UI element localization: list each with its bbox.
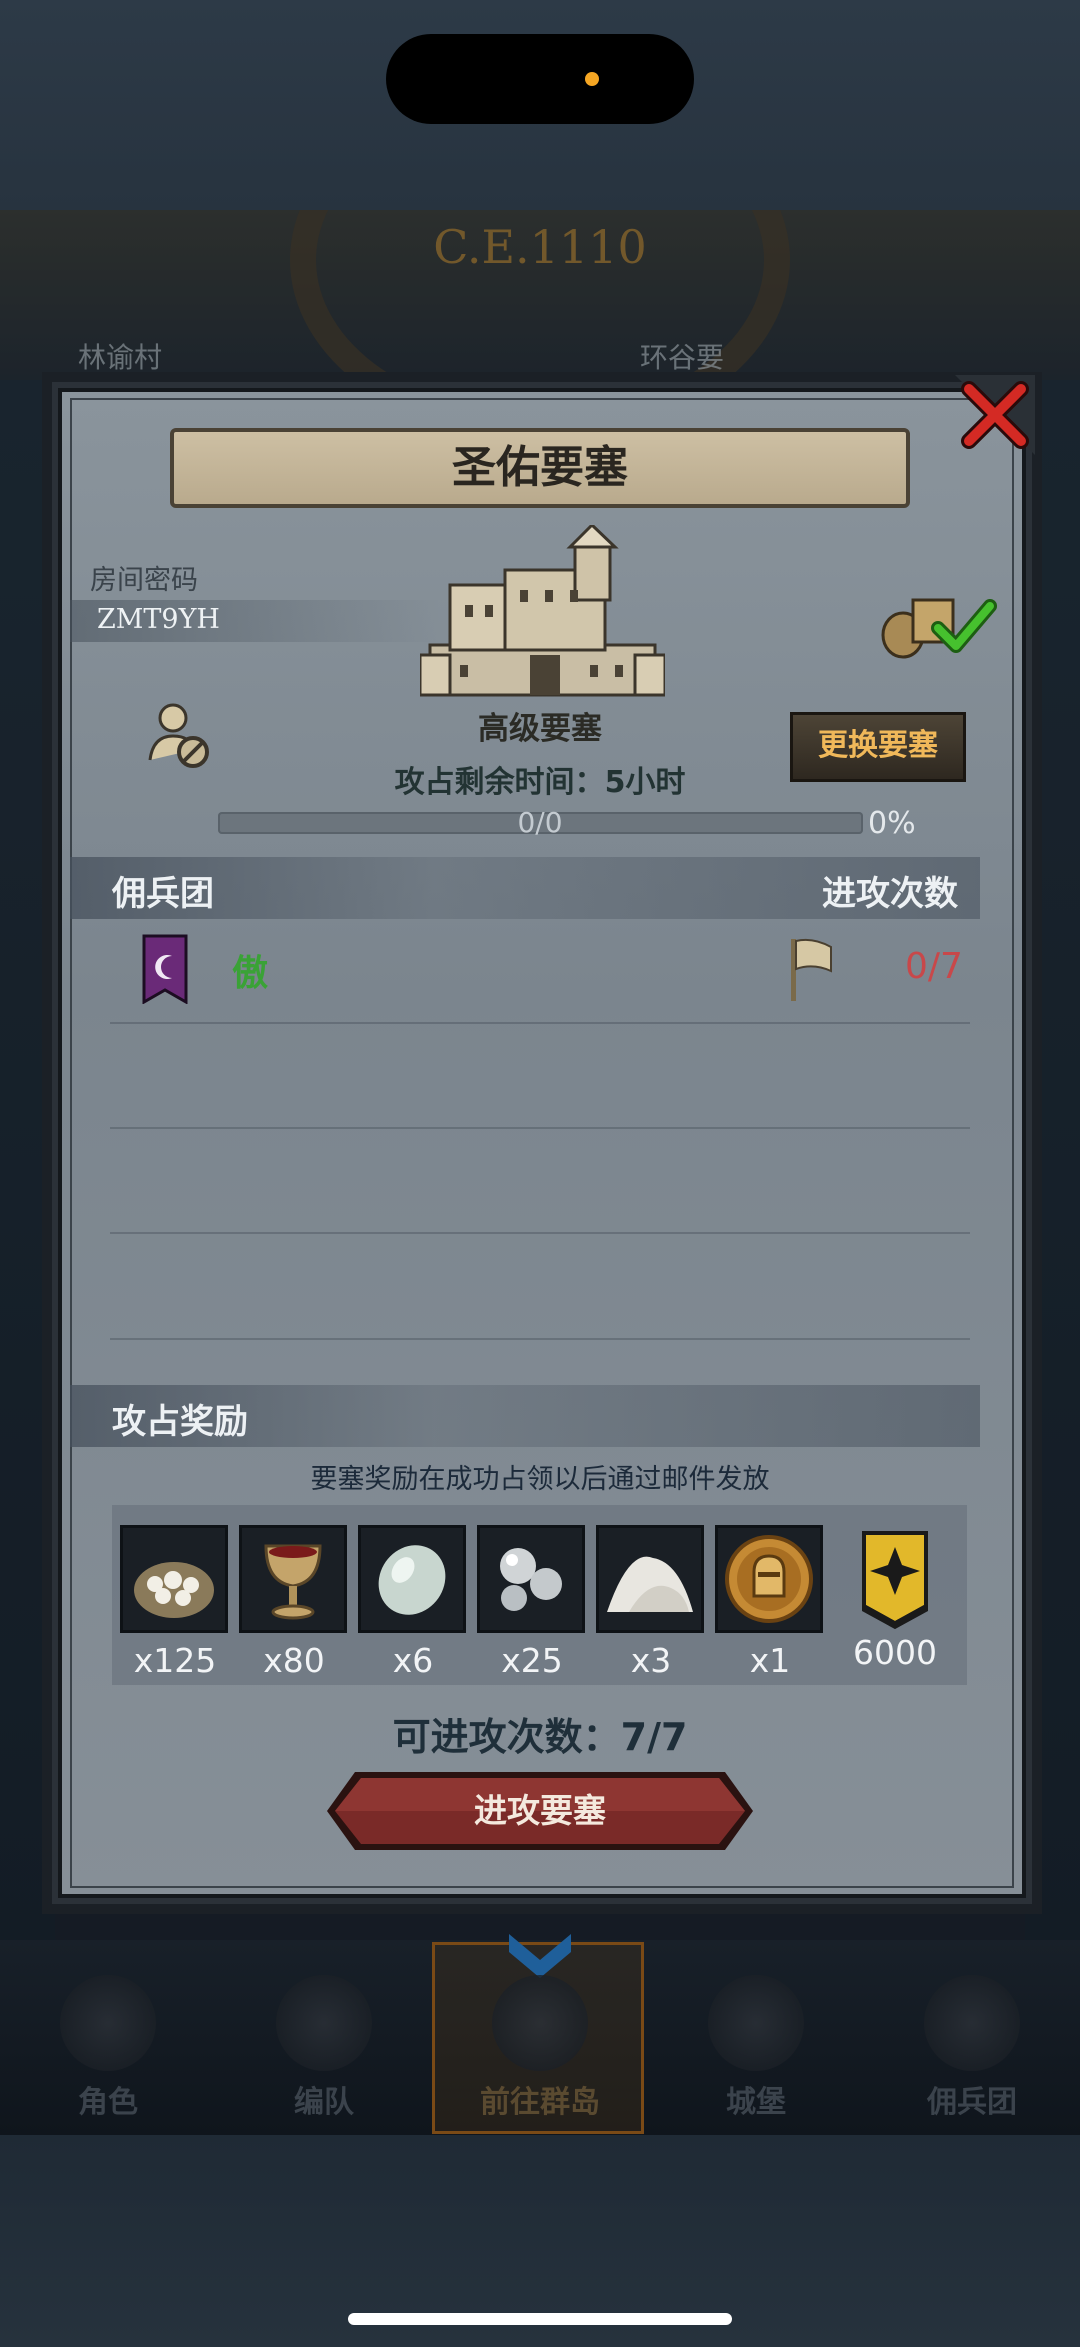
reward-item[interactable]: x25 — [477, 1525, 587, 1680]
attack-flag-icon — [791, 938, 832, 1001]
salt-pile-icon — [607, 1556, 693, 1612]
room-code-value[interactable]: ZMT9YH — [97, 604, 220, 635]
progress-count: 0/0 — [517, 806, 563, 839]
status-bar — [0, 0, 1080, 210]
occupation-time: 攻占剩余时间：5小时 — [0, 757, 1080, 801]
reward-slot — [239, 1525, 347, 1633]
dialog-title: 圣佑要塞 — [170, 428, 910, 508]
reward-slot — [596, 1525, 704, 1633]
rewards-note: 要塞奖励在成功占领以后通过邮件发放 — [310, 1464, 770, 1495]
compass-icon — [492, 1975, 588, 2071]
reward-item[interactable]: x6 — [358, 1525, 468, 1680]
row-divider — [110, 1232, 970, 1234]
remaining-attempts: 可进攻次数：7/7 — [0, 1706, 1080, 1761]
ship-icon — [924, 1975, 1020, 2071]
row-divider — [110, 1022, 970, 1024]
mercenary-header: 佣兵团 — [112, 874, 214, 914]
dynamic-island — [386, 34, 694, 124]
rank-insignia-icon — [862, 1531, 928, 1629]
nav-item-character[interactable]: 角色 — [8, 1955, 208, 2135]
pearls-icon — [500, 1548, 562, 1611]
close-icon[interactable] — [955, 375, 1035, 455]
nav-label: 前往群岛 — [480, 2085, 600, 2120]
reward-quantity: x1 — [749, 1641, 791, 1680]
time-value: 5小时 — [604, 765, 686, 800]
nav-label: 佣兵团 — [927, 2085, 1017, 2120]
time-label: 攻占剩余时间： — [394, 765, 605, 800]
attempts-label: 可进攻次数： — [392, 1715, 621, 1759]
reward-item[interactable]: 6000 — [840, 1525, 950, 1672]
nav-label: 编队 — [294, 2085, 354, 2120]
reward-item[interactable]: x3 — [596, 1525, 706, 1680]
progress-percent: 0% — [868, 806, 916, 841]
reward-item[interactable]: x1 — [715, 1525, 825, 1680]
row-divider — [110, 1338, 970, 1340]
rewards-header: 攻占奖励 — [112, 1402, 248, 1442]
goblet-icon — [264, 1544, 322, 1620]
nav-label: 城堡 — [726, 2085, 786, 2120]
nav-item-mercenary[interactable]: 佣兵团 — [872, 1955, 1072, 2135]
knight-icon — [60, 1975, 156, 2071]
fortress-castle-icon — [420, 525, 665, 697]
silver-ore-sack-icon — [134, 1562, 214, 1618]
gem-stone-icon — [378, 1545, 446, 1615]
nav-item-castle[interactable]: 城堡 — [656, 1955, 856, 2135]
attacks-header: 进攻次数 — [822, 874, 958, 914]
guild-banner-icon — [142, 934, 188, 1004]
reward-slot — [477, 1525, 585, 1633]
reward-item[interactable]: x80 — [239, 1525, 349, 1680]
helmet-icon — [276, 1975, 372, 2071]
reward-slot — [120, 1525, 228, 1633]
nav-label: 角色 — [78, 2085, 138, 2120]
attack-fortress-button[interactable]: 进攻要塞 — [325, 1770, 755, 1852]
row-divider — [110, 1127, 970, 1129]
attack-count: 0/7 — [905, 946, 963, 987]
recording-indicator-icon — [585, 72, 599, 86]
supply-claimed-icon[interactable] — [878, 590, 998, 660]
home-indicator[interactable] — [348, 2313, 732, 2325]
reward-quantity: 6000 — [853, 1633, 937, 1672]
nav-item-formation[interactable]: 编队 — [224, 1955, 424, 2135]
reward-item[interactable]: x125 — [120, 1525, 230, 1680]
reward-slot — [358, 1525, 466, 1633]
castle-icon — [708, 1975, 804, 2071]
mercenary-name[interactable]: 傲 — [232, 944, 268, 996]
nav-item-islands[interactable]: 前往群岛 — [440, 1955, 640, 2135]
knight-medal-icon — [725, 1535, 813, 1623]
reward-slot — [715, 1525, 823, 1633]
attempts-value: 7/7 — [620, 1715, 688, 1759]
room-code-label: 房间密码 — [90, 565, 198, 596]
